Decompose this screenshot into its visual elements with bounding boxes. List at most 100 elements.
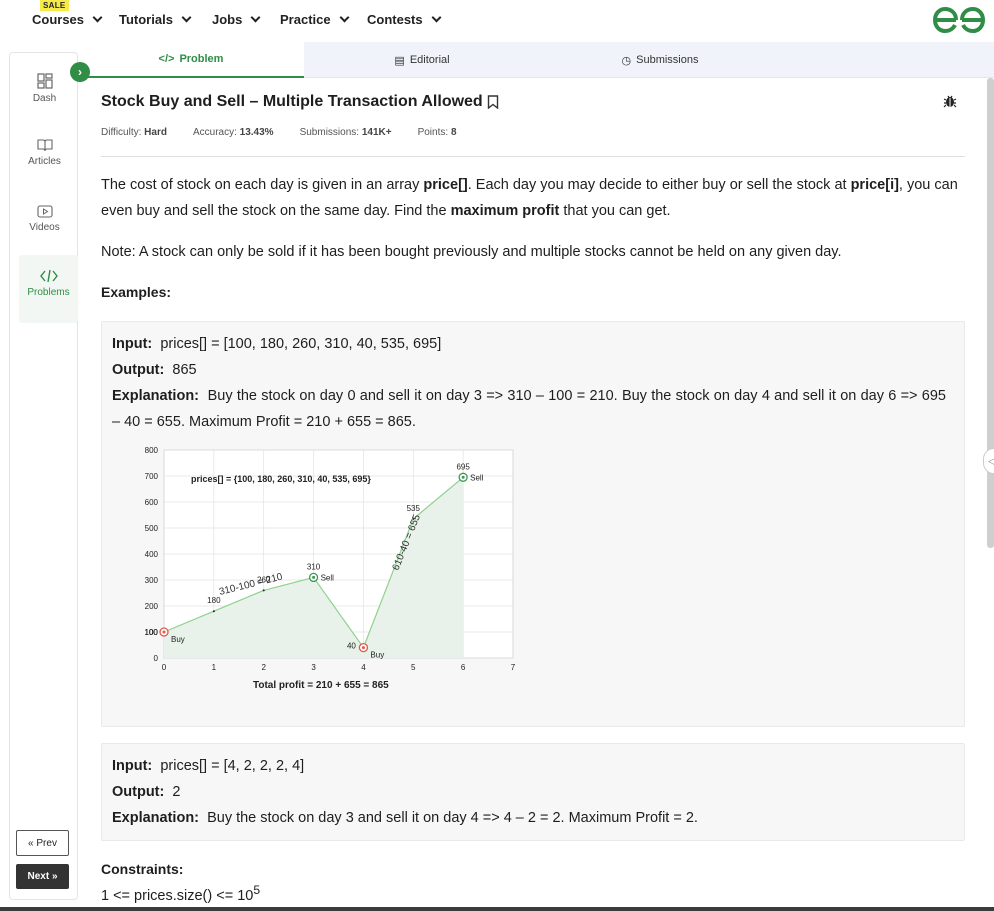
chevron-left-icon: ◁ [988,455,994,466]
buy-marker-dot [162,630,166,634]
accuracy-value: 13.43% [239,127,274,138]
example-2: Input: prices[] = [4, 2, 2, 2, 4] Output… [101,743,965,841]
tab-problem[interactable]: </> Problem [78,42,304,78]
example-input: Input: prices[] = [4, 2, 2, 2, 4] [112,753,304,779]
output-value: 2 [172,784,181,800]
y-tick-label: 700 [145,472,159,481]
example-1: Input: prices[] = [100, 180, 260, 310, 4… [101,321,965,727]
data-label: 180 [207,596,221,605]
top-nav: SALE Courses Tutorials Jobs Practice Con… [0,0,994,42]
nav-tutorials[interactable]: Tutorials [119,12,192,27]
nav-jobs[interactable]: Jobs [212,12,261,27]
desc-text: that you can get. [559,203,671,219]
example-explanation: Explanation: Buy the stock on day 3 and … [112,805,698,831]
sidebar-item-label: Problems [27,287,70,298]
sidebar-item-dash[interactable]: Dash [10,73,79,104]
divider [101,156,965,157]
clock-icon: ◷ [621,54,632,67]
constraint-exponent: 5 [253,883,261,897]
desc-text: . Each day you may decide to either buy … [467,177,851,193]
chevron-down-icon [181,12,192,23]
example-explanation: Explanation: Buy the stock on day 0 and … [112,383,946,435]
data-label: 310 [307,562,321,571]
bug-report-icon[interactable] [943,94,957,108]
scrollbar[interactable] [987,78,994,548]
nav-courses[interactable]: Courses [32,12,103,27]
chevron-right-icon: › [78,65,82,79]
difficulty-value: Hard [144,127,167,138]
data-point [212,610,215,613]
desc-bold: price[i] [850,177,899,193]
chart-footer: Total profit = 210 + 655 = 865 [253,680,389,691]
x-tick-label: 6 [461,663,466,672]
y-tick-label: 200 [145,602,159,611]
buy-label: Buy [370,651,384,660]
input-label: Input: [112,336,153,352]
submissions-label: Submissions: [299,127,360,138]
points: Points: 8 [418,127,457,138]
tab-submissions[interactable]: ◷ Submissions [540,42,780,78]
buy-marker-dot [361,646,365,650]
tab-editorial-label: Editorial [409,54,450,66]
explanation-value: Buy the stock on day 0 and sell it on da… [112,388,946,430]
problem-tabs: </> Problem ▤ Editorial ◷ Submissions [78,42,994,78]
explanation-label: Explanation: [112,388,200,404]
tab-submissions-label: Submissions [636,54,699,66]
input-label: Input: [112,758,153,774]
nav-practice[interactable]: Practice [280,12,350,27]
data-label: 535 [407,504,421,513]
input-value: prices[] = [100, 180, 260, 310, 40, 535,… [160,336,442,352]
chevron-down-icon [92,12,103,23]
y-tick-label: 300 [145,576,159,585]
examples-heading: Examples: [101,284,172,300]
expand-sidebar-button[interactable]: › [70,62,90,82]
sidebar-item-problems[interactable]: Problems [19,255,78,323]
collapse-panel-handle[interactable]: ◁ [983,448,994,474]
sell-label: Sell [470,473,484,482]
chart-annotation: prices[] = {100, 180, 260, 310, 40, 535,… [191,474,371,484]
gfg-logo[interactable] [932,6,986,34]
next-problem-button[interactable]: Next » [16,864,69,889]
y-tick-label: 800 [145,446,159,455]
accuracy-label: Accuracy: [192,127,237,138]
example-output: Output: 865 [112,357,197,383]
constraint-item: 1 <= prices.size() <= 105 [101,883,260,904]
sidebar-item-videos[interactable]: Videos [10,205,79,233]
accuracy: Accuracy: 13.43% [193,127,274,138]
points-label: Points: [417,127,449,138]
points-value: 8 [450,127,457,138]
nav-contests[interactable]: Contests [367,12,442,27]
nav-practice-label: Practice [280,12,331,27]
sidebar-item-articles[interactable]: Articles [10,138,79,167]
output-label: Output: [112,362,165,378]
constraints-heading: Constraints: [101,861,184,877]
tab-problem-label: Problem [179,53,224,65]
problem-meta: Difficulty: Hard Accuracy: 13.43% Submis… [101,127,457,138]
output-label: Output: [112,784,165,800]
explanation-label: Explanation: [112,810,200,826]
document-icon: ▤ [394,54,405,67]
y-tick-label: 100 [145,628,159,637]
nav-jobs-label: Jobs [212,12,243,27]
code-icon [39,269,58,283]
chevron-down-icon [431,12,442,23]
y-tick-label: 600 [145,498,159,507]
sidebar-item-label: Dash [32,93,57,104]
page-title: Stock Buy and Sell – Multiple Transactio… [101,93,483,110]
submissions: Submissions: 141K+ [300,127,392,138]
x-tick-label: 7 [511,663,516,672]
prev-problem-button[interactable]: « Prev [16,830,69,856]
difficulty: Difficulty: Hard [101,127,167,138]
tab-editorial[interactable]: ▤ Editorial [304,42,540,78]
submissions-value: 141K+ [361,127,392,138]
bottom-bar [0,907,994,911]
x-tick-label: 2 [261,663,266,672]
data-label: 40 [347,642,356,651]
data-label: 695 [456,462,470,471]
left-sidebar: Dash Articles Videos Problems [9,52,78,900]
chevron-down-icon [339,12,350,23]
nav-courses-label: Courses [32,12,85,27]
example-input: Input: prices[] = [100, 180, 260, 310, 4… [112,331,441,357]
bookmark-icon[interactable] [487,95,499,109]
problem-description: The cost of stock on each day is given i… [101,172,965,224]
